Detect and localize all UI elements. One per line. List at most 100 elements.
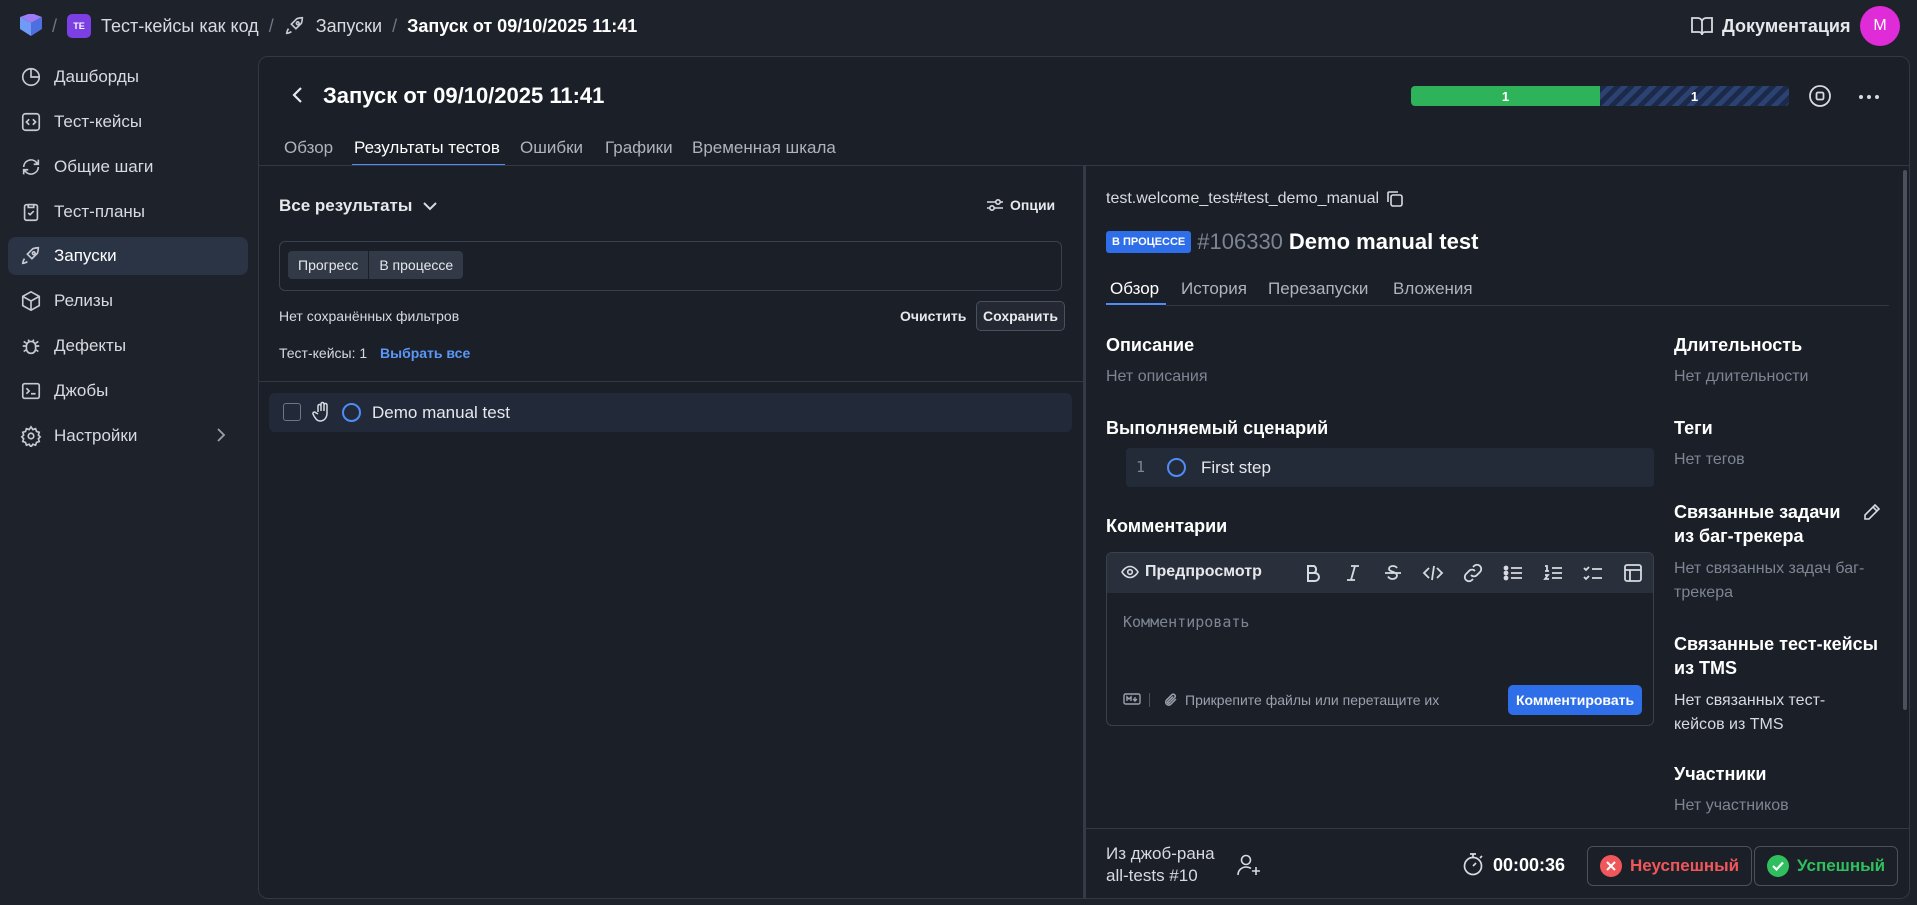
row-checkbox[interactable]: [283, 403, 301, 421]
detail-scrollbar[interactable]: [1903, 170, 1907, 710]
docs-link[interactable]: Документация: [1690, 15, 1850, 37]
detail-tab-reruns[interactable]: Перезапуски: [1268, 279, 1368, 299]
sidebar-item-label: Общие шаги: [54, 157, 154, 176]
numbered-list-icon[interactable]: [1542, 562, 1564, 584]
linked-issues-title: Связанные задачи из баг-трекера: [1674, 502, 1841, 546]
hand-icon: [312, 401, 332, 423]
options-button[interactable]: Опции: [986, 197, 1055, 213]
page-title: Запуск от 09/10/2025 11:41: [323, 83, 605, 108]
preview-label: Предпросмотр: [1145, 563, 1262, 580]
comment-button[interactable]: Комментировать: [1508, 685, 1643, 715]
breadcrumb-project[interactable]: Тест-кейсы как код: [101, 16, 259, 37]
duration-value: Нет длительности: [1674, 368, 1809, 385]
sidebar-item-launches[interactable]: Запуски: [8, 237, 248, 275]
box-icon: [20, 290, 42, 312]
sidebar-item-settings[interactable]: Настройки: [8, 417, 248, 455]
sidebar-item-label: Тест-планы: [54, 202, 146, 221]
breadcrumb: / TE Тест-кейсы как код / Запуски / Запу…: [52, 14, 637, 38]
table-row[interactable]: Demo manual test: [269, 393, 1072, 432]
breadcrumb-section[interactable]: Запуски: [316, 16, 382, 37]
detail-tab-attachments[interactable]: Вложения: [1393, 279, 1473, 299]
bold-icon[interactable]: [1302, 562, 1324, 584]
sidebar-item-shared-steps[interactable]: Общие шаги: [8, 148, 248, 186]
scenario-step[interactable]: 1 First step: [1126, 448, 1654, 487]
comments-title: Комментарии: [1106, 516, 1228, 536]
tab-test-results[interactable]: Результаты тестов: [354, 138, 500, 158]
tab-errors[interactable]: Ошибки: [520, 138, 583, 158]
copy-icon[interactable]: [1385, 189, 1405, 209]
clear-button[interactable]: Очистить: [900, 308, 966, 324]
select-all-link[interactable]: Выбрать все: [380, 345, 470, 361]
stop-icon[interactable]: [1808, 84, 1832, 108]
status-in-progress-icon: [342, 403, 361, 422]
attach-label: Прикрепите файлы или перетащите их: [1185, 692, 1440, 708]
options-label: Опции: [1010, 197, 1056, 213]
progress-passed: 1: [1411, 86, 1600, 106]
preview-toggle[interactable]: Предпросмотр: [1121, 563, 1262, 581]
filter-chip[interactable]: Прогресс В процессе: [288, 251, 464, 279]
code-icon: [20, 111, 42, 133]
sidebar-item-dashboards[interactable]: Дашборды: [8, 58, 248, 96]
detail-tab-history[interactable]: История: [1181, 279, 1247, 299]
editor-toolbar: Предпросмотр: [1107, 553, 1653, 593]
detail-tabs-divider: [1166, 305, 1889, 306]
tab-timeline[interactable]: Временная шкала: [692, 138, 836, 158]
italic-icon[interactable]: [1342, 562, 1364, 584]
results-filter-dropdown[interactable]: Все результаты: [279, 196, 438, 216]
launch-progress-bar: 1 1: [1411, 86, 1789, 106]
chevron-down-icon: [422, 201, 438, 211]
test-title-row: В ПРОЦЕССЕ #106330 Demo manual test: [1106, 229, 1478, 255]
members-value: Нет участников: [1674, 797, 1789, 814]
pass-button[interactable]: Успешный: [1754, 846, 1899, 886]
assign-user-icon[interactable]: [1236, 853, 1262, 877]
rocket-icon: [20, 245, 42, 267]
detail-tab-indicator: [1106, 303, 1166, 305]
test-name: Demo manual test: [372, 403, 510, 422]
filter-chip-value: В процессе: [369, 251, 464, 279]
test-id: #106330: [1197, 229, 1283, 254]
more-icon[interactable]: [1858, 94, 1880, 100]
test-cases-count: Тест-кейсы: 1: [279, 345, 368, 361]
strikethrough-icon[interactable]: [1382, 562, 1404, 584]
save-button[interactable]: Сохранить: [976, 301, 1065, 331]
linked-tms-title: Связанные тест-кейсы из TMS: [1674, 634, 1879, 678]
code-icon[interactable]: [1422, 562, 1444, 584]
description-value: Нет описания: [1106, 368, 1208, 385]
table-icon[interactable]: [1622, 562, 1644, 584]
terminal-icon: [20, 380, 42, 402]
sliders-icon: [986, 197, 1004, 213]
refresh-icon: [20, 156, 42, 178]
comment-input[interactable]: Комментировать: [1123, 613, 1249, 631]
sidebar-item-releases[interactable]: Релизы: [8, 282, 248, 320]
sidebar-item-test-plans[interactable]: Тест-планы: [8, 193, 248, 231]
tab-overview[interactable]: Обзор: [284, 138, 333, 158]
sidebar-item-test-cases[interactable]: Тест-кейсы: [8, 103, 248, 141]
link-icon[interactable]: [1462, 562, 1484, 584]
sidebar-item-label: Релизы: [54, 291, 113, 310]
linked-tms-value: Нет связанных тест- кейсов из TMS: [1674, 692, 1826, 733]
logo-icon[interactable]: [18, 14, 44, 38]
pencil-icon[interactable]: [1862, 502, 1882, 522]
job-run-info[interactable]: Из джоб-рана all-tests #10: [1106, 843, 1215, 887]
description-title: Описание: [1106, 335, 1195, 355]
panel-splitter[interactable]: [1083, 166, 1086, 898]
detail-tab-overview[interactable]: Обзор: [1110, 279, 1159, 299]
close-icon: [1600, 855, 1622, 877]
sidebar-item-label: Джобы: [54, 381, 109, 400]
back-button[interactable]: [290, 85, 306, 105]
checklist-icon[interactable]: [1582, 562, 1604, 584]
test-path-text: test.welcome_test#test_demo_manual: [1106, 190, 1380, 207]
fail-button[interactable]: Неуспешный: [1587, 846, 1753, 886]
sidebar-item-label: Дефекты: [54, 336, 127, 355]
tab-charts[interactable]: Графики: [605, 138, 673, 158]
attach-files-button[interactable]: Прикрепите файлы или перетащите их: [1163, 691, 1439, 709]
filter-input[interactable]: Прогресс В процессе: [279, 241, 1062, 291]
avatar[interactable]: M: [1860, 6, 1900, 46]
step-number: 1: [1136, 458, 1146, 476]
bullet-list-icon[interactable]: [1502, 562, 1524, 584]
step-status-icon: [1167, 458, 1186, 477]
sidebar-item-jobs[interactable]: Джобы: [8, 372, 248, 410]
project-badge: TE: [67, 14, 92, 38]
sidebar-item-defects[interactable]: Дефекты: [8, 327, 248, 365]
progress-in-progress: 1: [1600, 86, 1789, 106]
